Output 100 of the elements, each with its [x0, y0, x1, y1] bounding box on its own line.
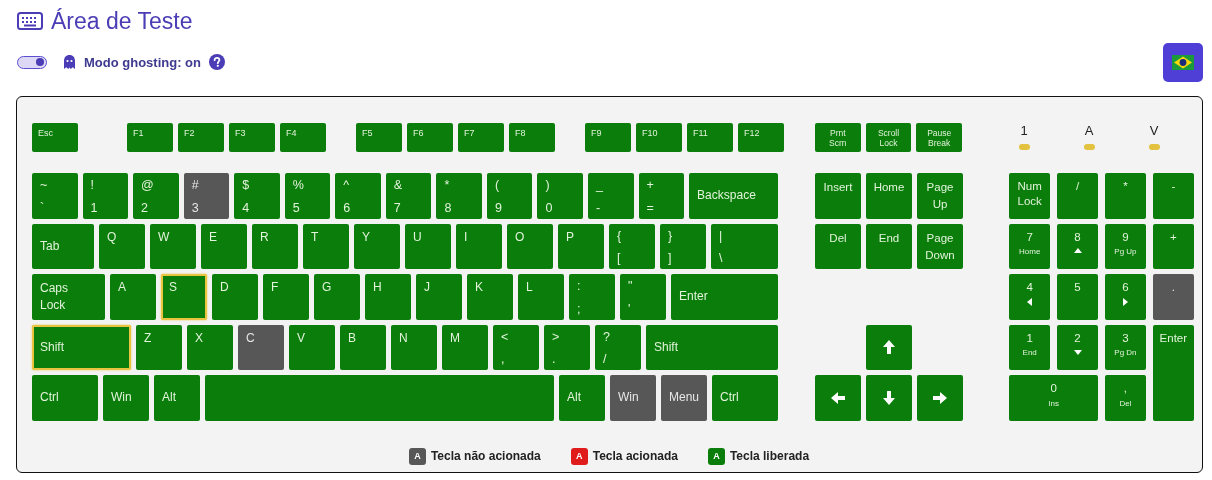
- shift-symbol: &: [393, 178, 404, 192]
- key-label: Page Down: [925, 230, 955, 263]
- triangle-icon: [1073, 348, 1082, 357]
- shift-symbol: !: [90, 178, 96, 192]
- key-label: 5: [1074, 280, 1081, 295]
- keyboard-icon: [17, 12, 43, 30]
- shift-symbol: @: [141, 178, 155, 192]
- base-symbol: 9: [494, 200, 503, 215]
- base-symbol: ,: [501, 352, 506, 366]
- key-label: T: [311, 229, 320, 244]
- shift-symbol: :: [577, 279, 582, 293]
- base-symbol: ': [628, 301, 632, 316]
- language-button[interactable]: [1163, 42, 1203, 82]
- key-label: F11: [693, 128, 709, 138]
- help-icon[interactable]: [208, 54, 225, 70]
- shift-symbol: (: [494, 178, 501, 192]
- key-label: Win: [111, 389, 132, 407]
- key-label: 9: [1122, 229, 1129, 245]
- arrow-down-icon: [881, 389, 897, 406]
- shift-symbol: ?: [603, 329, 611, 344]
- shift-symbol: *: [444, 178, 451, 192]
- shift-symbol: #: [191, 178, 200, 192]
- key-label: L: [526, 280, 534, 294]
- key-label: Enter: [679, 288, 708, 306]
- key-label: 1: [1026, 330, 1033, 346]
- key-label: Ctrl: [40, 389, 59, 407]
- base-symbol: ]: [668, 251, 673, 265]
- base-symbol: 7: [393, 200, 402, 215]
- legend-label: Tecla não acionada: [430, 449, 541, 463]
- key-label: F6: [413, 128, 425, 138]
- key-label: U: [413, 229, 423, 244]
- key-label: Num Lock: [1017, 179, 1042, 209]
- key-label: Z: [144, 330, 153, 345]
- key-label: R: [260, 229, 270, 244]
- key-label: B: [348, 330, 357, 345]
- key-label: ,: [1123, 381, 1128, 396]
- base-symbol: 2: [141, 200, 150, 215]
- base-symbol: 0: [545, 200, 554, 215]
- shift-symbol: <: [501, 329, 510, 344]
- key-label: F3: [235, 128, 247, 138]
- base-symbol: =: [646, 200, 655, 215]
- shift-symbol: >: [552, 329, 561, 344]
- key-label: Shift: [654, 338, 678, 356]
- key-label: 3: [1122, 330, 1129, 346]
- key-label: Pause Break: [927, 127, 952, 148]
- key-label: Scroll Lock: [877, 127, 900, 148]
- key-label: F2: [184, 128, 196, 138]
- lock-indicator-label: A: [1084, 123, 1094, 138]
- key-label: 8: [1074, 229, 1081, 245]
- key-label: +: [1169, 229, 1177, 245]
- page-title: Área de Teste: [51, 7, 193, 35]
- key-label: A: [118, 280, 127, 294]
- sub-label: Home: [1019, 247, 1041, 258]
- shift-symbol: _: [596, 178, 604, 192]
- key-label: P: [566, 229, 575, 244]
- key-label: F5: [362, 128, 374, 138]
- key-label: K: [475, 280, 484, 294]
- key-label: *: [1123, 179, 1128, 194]
- key-label: F7: [464, 128, 476, 138]
- arrow-right-icon: [932, 389, 948, 406]
- key-label: 4: [1026, 280, 1033, 295]
- triangle-icon: [1073, 247, 1082, 256]
- key-label: 2: [1074, 330, 1081, 346]
- key-label: -: [1171, 179, 1176, 194]
- key-label: I: [464, 229, 469, 244]
- key-label: .: [1171, 280, 1175, 295]
- triangle-icon: [1025, 297, 1034, 306]
- base-symbol: -: [596, 200, 602, 215]
- key-label: Ctrl: [720, 389, 739, 407]
- key-label: Del: [829, 230, 847, 246]
- lock-indicator-label: 1: [1020, 123, 1028, 138]
- key-label: Home: [873, 180, 905, 195]
- sub-label: Del: [1119, 398, 1132, 410]
- key-label: Menu: [669, 389, 700, 407]
- shift-symbol: ): [545, 178, 551, 192]
- base-symbol: 1: [90, 200, 99, 215]
- ghosting-toggle[interactable]: [17, 55, 47, 69]
- key-label: F1: [133, 128, 145, 138]
- sub-label: Pg Up: [1114, 247, 1137, 258]
- shift-symbol: ~: [40, 178, 49, 192]
- key-label: Shift: [40, 338, 64, 356]
- key-label: M: [450, 330, 461, 345]
- key-label: S: [169, 280, 178, 294]
- key-label: F8: [515, 128, 527, 138]
- base-symbol: \: [719, 251, 724, 265]
- legend-swatch: A: [570, 447, 588, 465]
- arrow-up-icon: [881, 339, 897, 356]
- key-label: Win: [618, 389, 639, 407]
- shift-symbol: +: [646, 178, 655, 192]
- legend-label: Tecla acionada: [592, 449, 678, 463]
- base-symbol: 3: [191, 200, 200, 215]
- key-label: G: [322, 280, 333, 294]
- base-symbol: 8: [444, 200, 453, 215]
- triangle-icon: [1121, 297, 1130, 306]
- legend-swatch: A: [707, 447, 725, 465]
- ghost-icon: [63, 55, 76, 69]
- base-symbol: ;: [577, 301, 582, 316]
- shift-symbol: ^: [343, 178, 351, 192]
- key-label: F12: [744, 128, 761, 138]
- lock-indicator-label: V: [1149, 123, 1159, 138]
